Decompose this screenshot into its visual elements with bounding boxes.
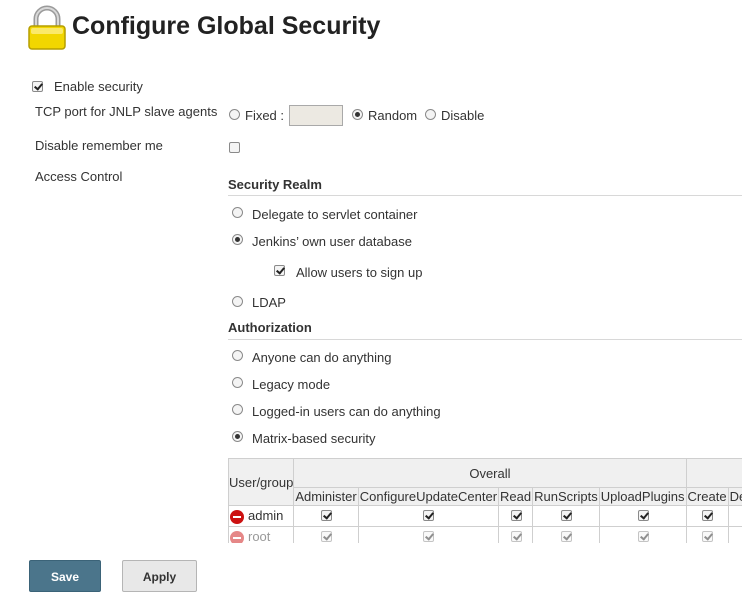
auth-anyone-label: Anyone can do anything (252, 350, 392, 365)
allow-signup-checkbox[interactable] (274, 265, 285, 276)
security-realm-divider (228, 195, 742, 196)
enable-security-checkbox[interactable] (32, 81, 43, 92)
realm-servlet-radio[interactable] (232, 207, 243, 218)
user-cell: root (228, 526, 295, 543)
auth-matrix-label: Matrix-based security (252, 431, 376, 446)
tcp-fixed-port-input[interactable] (289, 105, 343, 126)
auth-legacy-radio[interactable] (232, 377, 243, 388)
allow-signup-label: Allow users to sign up (296, 265, 423, 280)
apply-button[interactable]: Apply (122, 560, 197, 592)
perm-checkbox[interactable] (560, 531, 572, 542)
perm-checkbox[interactable] (423, 510, 435, 521)
user-name: admin (248, 508, 284, 524)
perm-checkbox[interactable] (637, 531, 649, 542)
permission-matrix: User/group Overall Administer ConfigureU… (228, 458, 742, 543)
perm-cell (598, 505, 687, 527)
realm-jenkins-db-label: Jenkins’ own user database (252, 234, 412, 249)
col-read: Read (498, 487, 534, 506)
perm-cell (357, 505, 500, 527)
perm-cell (532, 526, 600, 543)
auth-matrix-radio[interactable] (232, 431, 243, 442)
col-delete: Delete (727, 487, 742, 506)
perm-cell (498, 505, 534, 527)
authorization-divider (228, 339, 742, 340)
perm-checkbox[interactable] (510, 531, 522, 542)
perm-checkbox[interactable] (510, 510, 522, 521)
tcp-random-label: Random (368, 108, 418, 123)
overall-group-header: Overall (293, 458, 687, 488)
realm-jenkins-db-radio[interactable] (232, 234, 243, 245)
perm-cell (293, 526, 359, 543)
perm-checkbox[interactable] (423, 531, 435, 542)
authorization-heading: Authorization (228, 320, 312, 335)
remember-me-label: Disable remember me (35, 138, 163, 153)
auth-legacy-label: Legacy mode (252, 377, 331, 392)
tcp-disable-radio[interactable] (425, 109, 436, 120)
perm-cell (727, 505, 742, 527)
col-configure-update-center: ConfigureUpdateCenter (357, 487, 500, 506)
user-group-header: User/group (228, 458, 295, 506)
perm-cell (532, 505, 600, 527)
col-upload-plugins: UploadPlugins (598, 487, 687, 506)
perm-cell (727, 526, 742, 543)
auth-logged-in-radio[interactable] (232, 404, 243, 415)
perm-checkbox[interactable] (637, 510, 649, 521)
access-control-label: Access Control (35, 169, 123, 184)
table-row: admin (228, 505, 742, 527)
page-title: Configure Global Security (72, 12, 381, 40)
enable-security-label: Enable security (54, 79, 143, 94)
perm-checkbox[interactable] (321, 531, 333, 542)
realm-ldap-radio[interactable] (232, 296, 243, 307)
col-administer: Administer (293, 487, 359, 506)
perm-cell (685, 526, 729, 543)
tcp-random-radio[interactable] (352, 109, 363, 120)
remember-me-checkbox[interactable] (229, 142, 240, 153)
col-run-scripts: RunScripts (532, 487, 600, 506)
col-create: Create (685, 487, 729, 506)
remove-user-icon[interactable] (230, 530, 244, 543)
realm-ldap-label: LDAP (252, 295, 286, 310)
tcp-fixed-radio[interactable] (229, 109, 240, 120)
perm-checkbox[interactable] (321, 510, 333, 521)
tcp-fixed-label: Fixed : (245, 108, 285, 123)
user-name: root (248, 529, 271, 543)
perm-cell (293, 505, 359, 527)
perm-cell (357, 526, 500, 543)
remove-user-icon[interactable] (230, 509, 244, 524)
perm-checkbox[interactable] (702, 510, 714, 521)
perm-cell (598, 526, 687, 543)
user-cell: admin (228, 505, 295, 527)
auth-anyone-radio[interactable] (232, 350, 243, 361)
realm-servlet-label: Delegate to servlet container (252, 207, 418, 222)
perm-checkbox[interactable] (560, 510, 572, 521)
save-button[interactable]: Save (29, 560, 101, 592)
perm-cell (498, 526, 534, 543)
auth-logged-in-label: Logged-in users can do anything (252, 404, 441, 419)
next-group-header (685, 458, 742, 488)
tcp-port-label: TCP port for JNLP slave agents (35, 104, 218, 119)
security-realm-heading: Security Realm (228, 177, 322, 192)
perm-cell (685, 505, 729, 527)
tcp-disable-label: Disable (441, 108, 485, 123)
lock-icon (28, 5, 66, 50)
perm-checkbox[interactable] (702, 531, 714, 542)
table-row: root (228, 526, 742, 543)
